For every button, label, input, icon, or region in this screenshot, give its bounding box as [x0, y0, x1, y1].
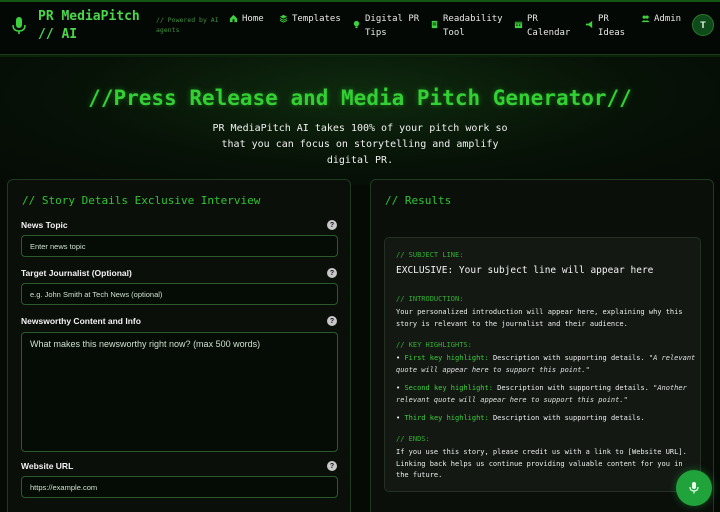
home-icon — [229, 14, 238, 23]
page-title: //Press Release and Media Pitch Generato… — [88, 86, 632, 110]
results-panel: // Results // SUBJECT LINE: EXCLUSIVE: Y… — [370, 179, 714, 512]
highlight-item: • First key highlight: Description with … — [396, 354, 696, 374]
news-topic-help-icon[interactable]: ? — [327, 220, 337, 230]
nav-templates[interactable]: Templates — [279, 12, 341, 26]
users-icon — [641, 15, 650, 23]
ends-text: If you use this story, please credit us … — [396, 448, 687, 479]
nav-home[interactable]: Home — [229, 12, 264, 26]
nav-readability-tool-label: Readability Tool — [443, 14, 503, 38]
story-details-panel: // Story Details Exclusive Interview New… — [7, 179, 351, 512]
subject-line-text: EXCLUSIVE: Your subject line will appear… — [396, 265, 654, 276]
calendar-icon — [514, 21, 523, 29]
nav-digital-pr-tips-label: Digital PR Tips — [365, 14, 420, 38]
highlight-text: Description with supporting details. — [492, 354, 645, 362]
nav-admin-label: Admin — [654, 14, 682, 24]
microphone-icon — [12, 17, 26, 34]
lightbulb-icon — [353, 20, 360, 29]
brand-title[interactable]: PR MediaPitch // AI — [38, 8, 148, 44]
nav-pr-calendar-label: PR Calendar — [527, 14, 571, 38]
page-subtitle: PR MediaPitch AI takes 100% of your pitc… — [212, 123, 508, 166]
nav-readability-tool[interactable]: Readability Tool — [430, 12, 503, 40]
website-url-help-icon[interactable]: ? — [327, 461, 337, 471]
layers-icon — [279, 14, 288, 23]
nav-templates-label: Templates — [292, 14, 341, 24]
journalist-help-icon[interactable]: ? — [327, 268, 337, 278]
content-textarea[interactable] — [21, 332, 338, 452]
highlight-item: • Second key highlight: Description with… — [396, 384, 687, 404]
microphone-icon — [689, 482, 699, 494]
nav-pr-ideas-label: PR Ideas — [598, 14, 626, 38]
voice-assistant-button[interactable] — [676, 470, 712, 506]
user-avatar[interactable]: T — [692, 14, 714, 36]
nav-pr-calendar[interactable]: PR Calendar — [514, 12, 574, 40]
nav-pr-ideas[interactable]: PR Ideas — [585, 12, 627, 40]
journalist-label: Target Journalist (Optional) — [21, 268, 132, 278]
results-preview: // SUBJECT LINE: EXCLUSIVE: Your subject… — [384, 237, 701, 492]
content-label: Newsworthy Content and Info — [21, 316, 141, 326]
ends-label: // ENDS: — [396, 435, 430, 443]
introduction-label: // INTRODUCTION: — [396, 295, 464, 303]
news-topic-input[interactable] — [21, 235, 338, 257]
nav-admin[interactable]: Admin — [641, 12, 681, 26]
nav-top-accent — [0, 0, 720, 2]
highlight-text: Description with supporting details. — [497, 384, 649, 392]
nav-home-label: Home — [242, 14, 264, 24]
highlight-title: Third key highlight: — [404, 414, 489, 422]
journalist-input[interactable] — [21, 283, 338, 305]
brand-tagline: // Powered by AI agents — [156, 16, 219, 34]
news-topic-label: News Topic — [21, 220, 68, 230]
highlight-title: Second key highlight: — [404, 384, 493, 392]
website-url-label: Website URL — [21, 461, 74, 471]
introduction-text: Your personalized introduction will appe… — [396, 308, 683, 328]
highlight-title: First key highlight: — [404, 354, 489, 362]
website-url-input[interactable] — [21, 476, 338, 498]
results-title: // Results — [385, 194, 452, 207]
megaphone-icon — [585, 20, 593, 29]
subject-line-label: // SUBJECT LINE: — [396, 251, 464, 259]
nav-digital-pr-tips[interactable]: Digital PR Tips — [352, 12, 422, 40]
top-navigation: PR MediaPitch // AI // Powered by AI age… — [0, 0, 720, 55]
highlight-item: • Third key highlight: Description with … — [396, 414, 645, 422]
document-icon — [431, 20, 438, 29]
highlight-text: Description with supporting details. — [492, 414, 645, 422]
content-help-icon[interactable]: ? — [327, 316, 337, 326]
story-details-title: // Story Details Exclusive Interview — [22, 194, 261, 207]
key-highlights-label: // KEY HIGHLIGHTS: — [396, 341, 472, 349]
